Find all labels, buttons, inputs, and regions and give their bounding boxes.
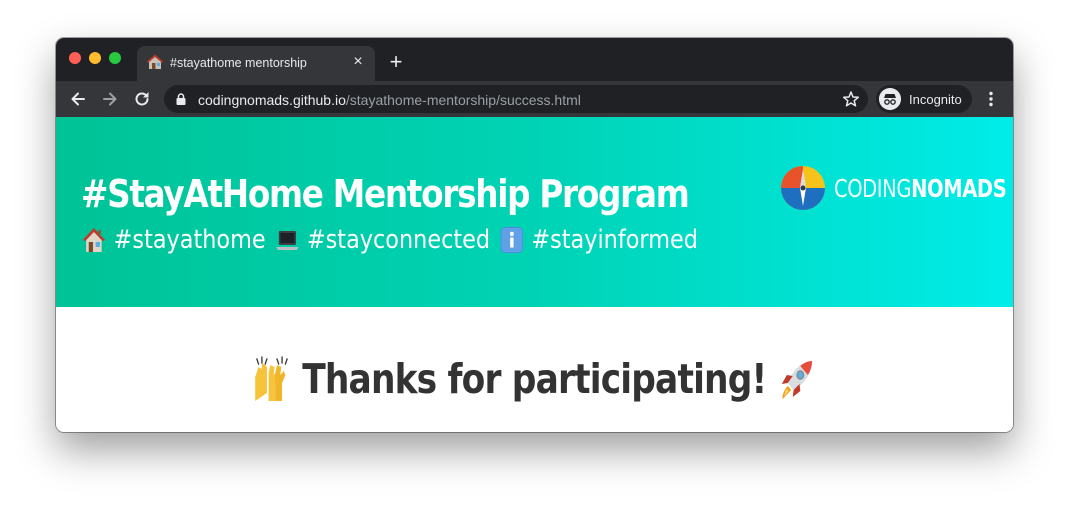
hero-banner: #StayAtHome Mentorship Program #stayatho… [56,117,1013,307]
thanks-heading-inner: Thanks for participating! [242,353,827,405]
brand-wordmark: CODINGNOMADS [834,173,1007,203]
page-viewport: #StayAtHome Mentorship Program #stayatho… [56,117,1013,432]
incognito-icon [879,88,901,110]
tab-close-icon[interactable]: × [349,53,367,71]
brand-wordmark-light: CODING [834,173,912,203]
page-title: #StayAtHome Mentorship Program [81,172,690,216]
rocket-emoji-icon [781,361,812,399]
hashtag-line: #stayathome #stayconnected #stayinformed [81,225,707,255]
incognito-label: Incognito [909,92,962,107]
tab-strip: #stayathome mentorship × + [56,38,1013,81]
raising-hands-emoji-icon [255,356,288,401]
incognito-profile-button[interactable]: Incognito [876,85,972,113]
codingnomads-logo[interactable]: CODINGNOMADS [780,165,1013,211]
laptop-emoji-icon [275,231,299,250]
browser-toolbar: codingnomads.github.io/stayathome-mentor… [56,81,1013,117]
bookmark-star-icon[interactable] [842,90,860,108]
tab-title: #stayathome mentorship [170,56,307,70]
compass-logo-icon [781,166,825,210]
house-emoji-icon [146,54,164,69]
url-host: codingnomads.github.io [198,92,346,108]
lock-icon[interactable] [176,93,186,105]
more-menu-icon[interactable] [986,90,996,108]
minimize-window-button[interactable] [89,52,101,64]
hashtag-stayinformed: #stayinformed [531,225,698,255]
back-arrow-icon[interactable] [68,89,88,109]
house-emoji-icon [82,228,106,252]
tab-active[interactable]: #stayathome mentorship × [137,46,375,81]
brand-wordmark-bold: NOMADS [911,173,1007,203]
thanks-text: Thanks for participating! [302,355,767,403]
new-tab-button[interactable]: + [386,51,406,73]
address-bar[interactable]: codingnomads.github.io/stayathome-mentor… [164,85,868,113]
maximize-window-button[interactable] [109,52,121,64]
close-window-button[interactable] [69,52,81,64]
url-path: /stayathome-mentorship/success.html [345,92,581,108]
url-text: codingnomads.github.io/stayathome-mentor… [198,92,581,108]
hashtag-stayathome: #stayathome [113,225,266,255]
forward-arrow-icon[interactable] [100,89,120,109]
browser-window: #stayathome mentorship × + codingnomads.… [56,38,1013,432]
info-emoji-icon [500,227,523,253]
reload-icon[interactable] [132,89,152,109]
thanks-heading: Thanks for participating! [56,353,1013,415]
hashtag-stayconnected: #stayconnected [306,225,491,255]
